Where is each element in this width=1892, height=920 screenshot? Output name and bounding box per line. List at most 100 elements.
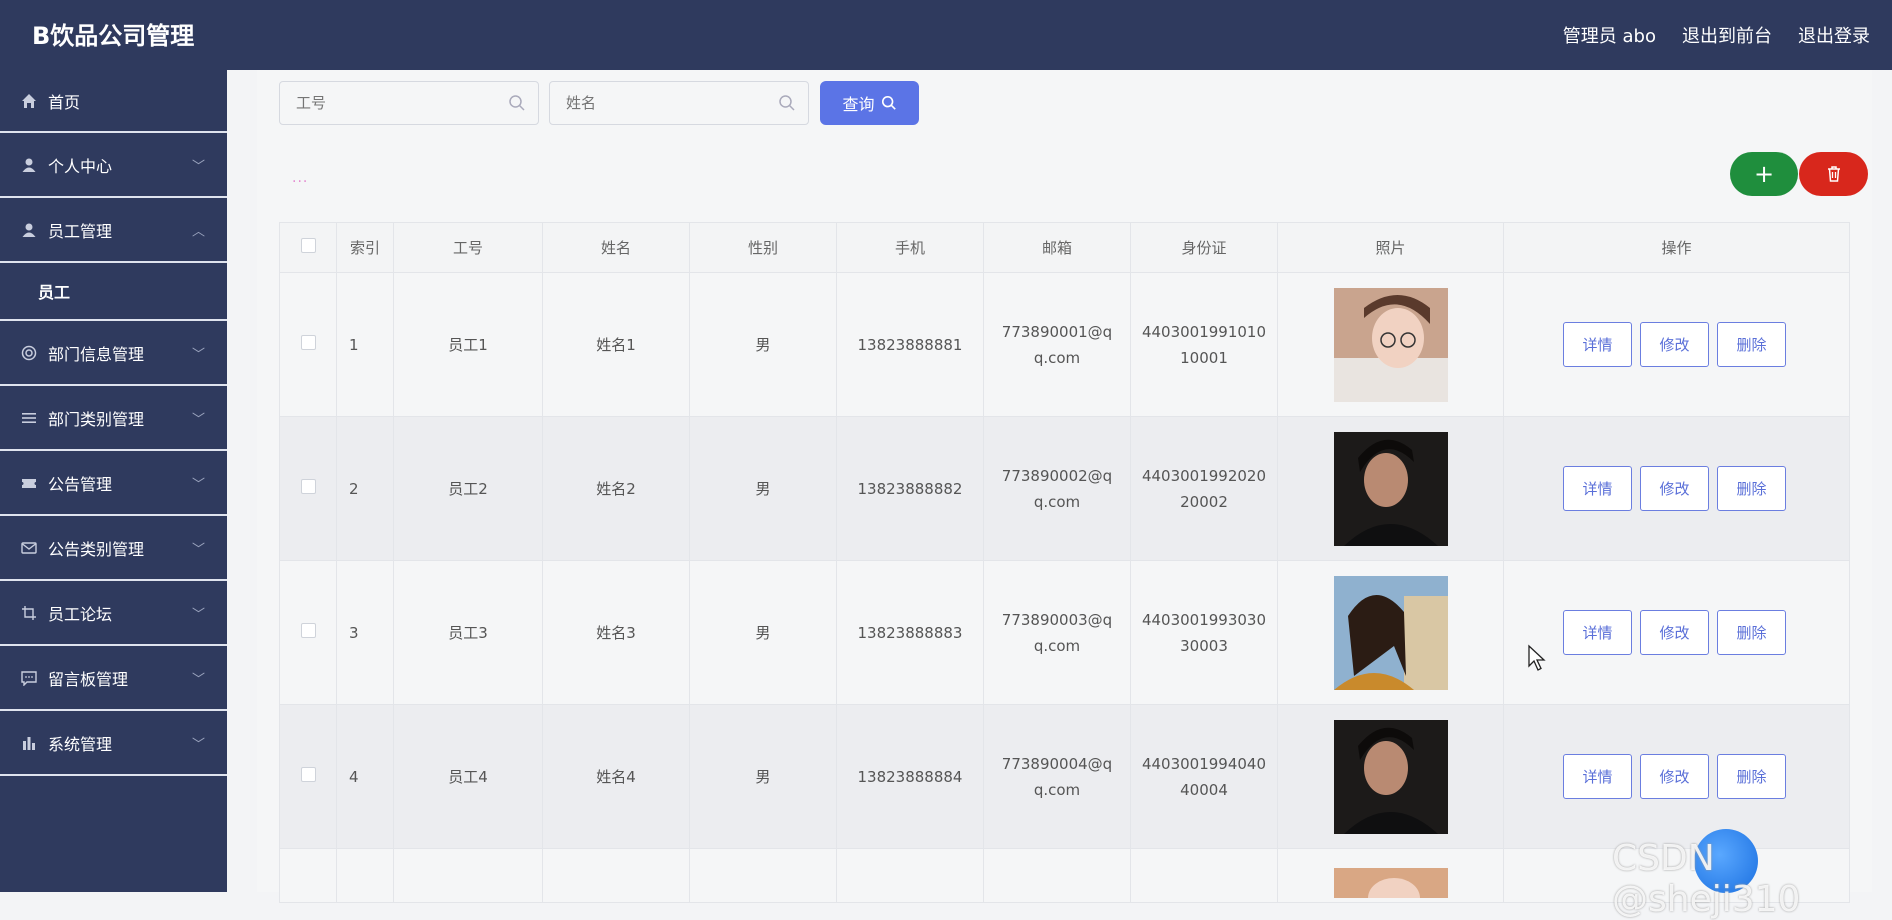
row-checkbox[interactable] bbox=[300, 622, 316, 638]
batch-delete-button[interactable] bbox=[1799, 152, 1868, 196]
main-content: 查询 ··· + 索引 工号 姓名 性别 手机 bbox=[227, 70, 1892, 918]
id-card-cell: 4403001992020 20002 bbox=[1130, 416, 1278, 561]
delete-button[interactable]: 删除 bbox=[1717, 466, 1786, 511]
column-header: 操作 bbox=[1503, 222, 1850, 273]
employee-photo[interactable] bbox=[1333, 287, 1448, 402]
top-bar: B饮品公司管理 管理员 abo 退出到前台 退出登录 bbox=[0, 0, 1892, 70]
delete-button[interactable]: 删除 bbox=[1717, 322, 1786, 367]
sidebar-item-label: 留言板管理 bbox=[48, 669, 129, 689]
chevron-down-icon: ﹀ bbox=[191, 672, 205, 687]
id-card-line: 4403001994040 bbox=[1141, 754, 1267, 773]
home-icon bbox=[20, 92, 38, 110]
actions-cell: 详情 修改 删除 bbox=[1503, 560, 1850, 705]
id-card-cell: 4403001991010 10001 bbox=[1130, 272, 1278, 417]
search-icon bbox=[779, 95, 795, 111]
detail-button[interactable]: 详情 bbox=[1563, 322, 1632, 367]
email-line: 773890003@q bbox=[1001, 610, 1113, 629]
row-checkbox[interactable] bbox=[300, 766, 316, 782]
crop-icon bbox=[20, 604, 38, 622]
detail-button[interactable]: 详情 bbox=[1563, 610, 1632, 655]
top-nav: 管理员 abo 退出到前台 退出登录 bbox=[1563, 0, 1870, 70]
delete-button[interactable]: 删除 bbox=[1717, 610, 1786, 655]
phone-cell: 13823888884 bbox=[836, 704, 984, 849]
email-cell: 773890004@q q.com bbox=[983, 704, 1131, 849]
row-checkbox[interactable] bbox=[300, 478, 316, 494]
gender-cell: 男 bbox=[689, 560, 837, 705]
email-line: q.com bbox=[1033, 780, 1081, 799]
phone-cell: 13823888883 bbox=[836, 560, 984, 705]
bar-chart-icon bbox=[20, 734, 38, 752]
ticket-icon bbox=[20, 474, 38, 492]
email-line: q.com bbox=[1033, 492, 1081, 511]
detail-button[interactable]: 详情 bbox=[1563, 754, 1632, 799]
sidebar-item-label: 个人中心 bbox=[48, 156, 113, 176]
employee-photo[interactable] bbox=[1333, 867, 1448, 918]
select-all-checkbox[interactable] bbox=[300, 238, 316, 253]
employee-id-input[interactable] bbox=[280, 82, 538, 124]
table-row: 3 员工3 姓名3 男 13823888883 773890003@q q.com… bbox=[279, 560, 1850, 705]
settings-icon bbox=[20, 344, 38, 362]
edit-button[interactable]: 修改 bbox=[1640, 322, 1709, 367]
sidebar-item-announcement[interactable]: 公告管理 ﹀ bbox=[0, 451, 227, 516]
sidebar-item-forum[interactable]: 员工论坛 ﹀ bbox=[0, 581, 227, 646]
detail-button[interactable]: 详情 bbox=[1563, 466, 1632, 511]
column-header: 身份证 bbox=[1130, 222, 1278, 273]
row-checkbox[interactable] bbox=[300, 334, 316, 350]
sidebar-item-employee-management[interactable]: 员工管理 ︿ bbox=[0, 198, 227, 263]
sidebar-item-label: 公告管理 bbox=[48, 474, 113, 494]
row-index: 3 bbox=[336, 560, 394, 705]
name-cell: 姓名1 bbox=[542, 272, 690, 417]
employee-photo[interactable] bbox=[1333, 719, 1448, 834]
sidebar-subitem-employee[interactable]: 员工 bbox=[0, 263, 227, 321]
sidebar-item-home[interactable]: 首页 bbox=[0, 70, 227, 133]
edit-button[interactable]: 修改 bbox=[1640, 466, 1709, 511]
mouse-cursor-icon bbox=[1528, 644, 1546, 671]
admin-label[interactable]: 管理员 abo bbox=[1563, 22, 1656, 48]
actions-cell: 详情 修改 删除 bbox=[1503, 416, 1850, 561]
sidebar-item-dept-info[interactable]: 部门信息管理 ﹀ bbox=[0, 321, 227, 386]
name-input[interactable] bbox=[550, 82, 808, 124]
sidebar-item-message-board[interactable]: 留言板管理 ﹀ bbox=[0, 646, 227, 711]
search-icon bbox=[509, 95, 525, 111]
add-button[interactable]: + bbox=[1730, 152, 1798, 196]
employee-photo[interactable] bbox=[1333, 575, 1448, 690]
chat-icon bbox=[20, 669, 38, 687]
chevron-down-icon: ﹀ bbox=[191, 159, 205, 174]
gender-cell: 男 bbox=[689, 416, 837, 561]
chevron-down-icon: ﹀ bbox=[191, 607, 205, 622]
email-cell: 773890003@q q.com bbox=[983, 560, 1131, 705]
list-icon bbox=[20, 409, 38, 427]
delete-button[interactable]: 删除 bbox=[1717, 754, 1786, 799]
content-panel: 查询 ··· + 索引 工号 姓名 性别 手机 bbox=[257, 70, 1872, 918]
sidebar-item-personal-center[interactable]: 个人中心 ﹀ bbox=[0, 133, 227, 198]
watermark: CSDN @sheji310 bbox=[1612, 838, 1801, 920]
sidebar-item-announcement-category[interactable]: 公告类别管理 ﹀ bbox=[0, 516, 227, 581]
sidebar-item-dept-category[interactable]: 部门类别管理 ﹀ bbox=[0, 386, 227, 451]
user-icon bbox=[20, 221, 38, 239]
edit-button[interactable]: 修改 bbox=[1640, 754, 1709, 799]
back-to-front-link[interactable]: 退出到前台 bbox=[1682, 22, 1772, 48]
select-all-cell bbox=[279, 222, 337, 273]
employee-id-search bbox=[279, 81, 539, 125]
edit-button[interactable]: 修改 bbox=[1640, 610, 1709, 655]
mail-icon bbox=[20, 539, 38, 557]
row-index: 1 bbox=[336, 272, 394, 417]
id-card-cell: 4403001994040 40004 bbox=[1130, 704, 1278, 849]
email-line: q.com bbox=[1033, 636, 1081, 655]
search-icon bbox=[881, 95, 896, 110]
sidebar-item-system[interactable]: 系统管理 ﹀ bbox=[0, 711, 227, 776]
chevron-up-icon: ︿ bbox=[191, 224, 205, 239]
photo-cell bbox=[1277, 560, 1504, 705]
row-index: 2 bbox=[336, 416, 394, 561]
column-header: 索引 bbox=[336, 222, 394, 273]
employee-photo[interactable] bbox=[1333, 431, 1448, 546]
logout-link[interactable]: 退出登录 bbox=[1798, 22, 1870, 48]
name-search bbox=[549, 81, 809, 125]
gender-cell: 男 bbox=[689, 704, 837, 849]
email-line: 773890002@q bbox=[1001, 466, 1113, 485]
name-cell: 姓名2 bbox=[542, 416, 690, 561]
loading-dots: ··· bbox=[292, 174, 309, 190]
id-card-line: 40004 bbox=[1180, 780, 1228, 799]
email-cell: 773890001@q q.com bbox=[983, 272, 1131, 417]
search-button[interactable]: 查询 bbox=[820, 81, 919, 125]
